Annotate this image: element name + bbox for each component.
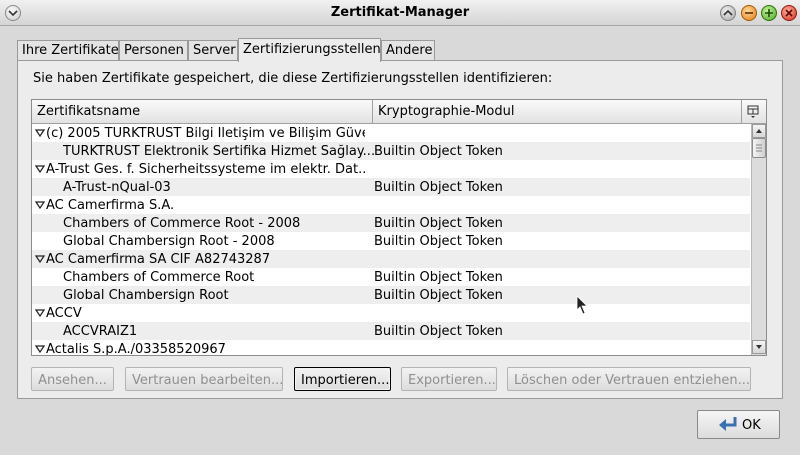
cert-name: Chambers of Commerce Root - 2008: [63, 216, 301, 231]
cert-name: A-Trust Ges. f. Sicherheitssysteme im el…: [46, 162, 365, 177]
scroll-down-icon: [756, 345, 762, 349]
tree-group-row[interactable]: A-Trust Ges. f. Sicherheitssysteme im el…: [32, 160, 750, 178]
tree-rows: (c) 2005 TÜRKTRUST Bilgi İletişim ve Bil…: [32, 124, 750, 356]
tree-cert-row[interactable]: A-Trust-nQual-03 Builtin Object Token: [32, 178, 750, 196]
expand-twisty-icon[interactable]: [35, 164, 45, 174]
cert-module-cell: Builtin Object Token: [374, 216, 503, 231]
tree-group-row[interactable]: Actalis S.p.A./03358520967: [32, 340, 750, 356]
cert-name: AC Camerfirma SA CIF A82743287: [46, 252, 271, 267]
tree-cert-row[interactable]: Chambers of Commerce Root - 2008 Builtin …: [32, 214, 750, 232]
cert-name-cell: Chambers of Commerce Root: [63, 270, 393, 285]
window-title: Zertifikat-Manager: [330, 5, 470, 20]
cert-name: ACCV: [46, 306, 82, 321]
edit-trust-button[interactable]: Vertrauen bearbeiten...: [125, 367, 283, 391]
cert-name-cell: AC Camerfirma SA CIF A82743287: [35, 252, 365, 267]
cert-module-cell: Builtin Object Token: [374, 288, 503, 303]
cert-name: (c) 2005 TÜRKTRUST Bilgi İletişim ve Bil…: [46, 126, 365, 141]
close-button[interactable]: [781, 5, 797, 21]
tree-cert-row[interactable]: Chambers of Commerce Root Builtin Object …: [32, 268, 750, 286]
minimize-icon: [745, 12, 753, 14]
cert-name: Global Chambersign Root: [63, 288, 229, 303]
export-button[interactable]: Exportieren...: [401, 367, 497, 391]
tree-group-row[interactable]: ACCV: [32, 304, 750, 322]
cert-module-cell: Builtin Object Token: [374, 144, 503, 159]
tab-people[interactable]: Personen: [119, 40, 188, 60]
shade-button[interactable]: [720, 5, 736, 21]
close-icon: [785, 9, 793, 17]
shade-icon: [723, 9, 733, 16]
delete-button[interactable]: Löschen oder Vertrauen entziehen...: [507, 367, 751, 391]
cert-name: Global Chambersign Root - 2008: [63, 234, 275, 249]
tree-cert-row[interactable]: Global Chambersign Root - 2008 Builtin Ob…: [32, 232, 750, 250]
ok-arrow-icon: [719, 417, 737, 431]
expand-twisty-icon[interactable]: [35, 308, 45, 318]
cert-name-cell: (c) 2005 TÜRKTRUST Bilgi İletişim ve Bil…: [35, 126, 365, 141]
scroll-thumb[interactable]: [752, 138, 766, 158]
cert-module-cell: Builtin Object Token: [374, 234, 503, 249]
cert-name-cell: Global Chambersign Root - 2008: [63, 234, 393, 249]
tree-cert-row[interactable]: Global Chambersign Root Builtin Object To…: [32, 286, 750, 304]
cert-name: ACCVRAIZ1: [63, 324, 138, 339]
cert-name-cell: AC Camerfirma S.A.: [35, 198, 365, 213]
tab-your-certificates[interactable]: Ihre Zertifikate: [17, 40, 119, 60]
cert-name: TÜRKTRUST Elektronik Sertifika Hizmet Sa…: [63, 144, 376, 159]
tree-scrollbar[interactable]: [751, 124, 766, 355]
cert-name-cell: A-Trust Ges. f. Sicherheitssysteme im el…: [35, 162, 365, 177]
column-header-module[interactable]: Kryptographie-Modul: [373, 100, 742, 124]
scroll-grip-icon: [756, 144, 762, 152]
ok-label: OK: [742, 418, 761, 433]
cert-name-cell: A-Trust-nQual-03: [63, 180, 393, 195]
cert-name-cell: Chambers of Commerce Root - 2008: [63, 216, 393, 231]
cert-name: Actalis S.p.A./03358520967: [46, 342, 226, 356]
expand-twisty-icon[interactable]: [35, 344, 45, 354]
cert-name-cell: Global Chambersign Root: [63, 288, 393, 303]
tree-cert-row[interactable]: TÜRKTRUST Elektronik Sertifika Hizmet Sa…: [32, 142, 750, 160]
mouse-cursor-icon: [576, 295, 588, 315]
cert-module-cell: Builtin Object Token: [374, 270, 503, 285]
cert-name-cell: TÜRKTRUST Elektronik Sertifika Hizmet Sa…: [63, 144, 393, 159]
cert-name-cell: ACCV: [35, 306, 365, 321]
tab-others[interactable]: Andere: [381, 40, 435, 60]
tree-cert-row[interactable]: ACCVRAIZ1 Builtin Object Token: [32, 322, 750, 340]
cert-name-cell: Actalis S.p.A./03358520967: [35, 342, 365, 356]
expand-twisty-icon[interactable]: [35, 128, 45, 138]
scroll-down-button[interactable]: [752, 340, 766, 354]
intro-text: Sie haben Zertifikate gespeichert, die d…: [33, 71, 553, 86]
column-picker-button[interactable]: [742, 100, 766, 124]
column-header-name[interactable]: Zertifikatsname: [32, 100, 373, 124]
expand-twisty-icon[interactable]: [35, 254, 45, 264]
cert-name: A-Trust-nQual-03: [63, 180, 171, 195]
cert-name: AC Camerfirma S.A.: [46, 198, 175, 213]
title-bar: Zertifikat-Manager: [0, 0, 800, 26]
tree-group-row[interactable]: AC Camerfirma S.A.: [32, 196, 750, 214]
maximize-icon: [765, 9, 773, 17]
column-picker-icon: [747, 105, 759, 118]
view-button[interactable]: Ansehen...: [31, 367, 114, 391]
ok-button[interactable]: OK: [697, 410, 780, 439]
import-button[interactable]: Importieren...: [294, 367, 391, 391]
cert-name: Chambers of Commerce Root: [63, 270, 255, 285]
scroll-up-icon: [756, 129, 762, 133]
tab-servers[interactable]: Server: [188, 40, 238, 60]
tree-group-row[interactable]: (c) 2005 TÜRKTRUST Bilgi İletişim ve Bil…: [32, 124, 750, 142]
cert-module-cell: Builtin Object Token: [374, 324, 503, 339]
expand-twisty-icon[interactable]: [35, 200, 45, 210]
tab-authorities[interactable]: Zertifizierungsstellen: [238, 38, 381, 62]
certificate-tree[interactable]: Zertifikatsname Kryptographie-Modul (c) …: [31, 99, 767, 356]
maximize-button[interactable]: [761, 5, 777, 21]
minimize-button[interactable]: [741, 5, 757, 21]
scroll-up-button[interactable]: [752, 124, 766, 138]
cert-name-cell: ACCVRAIZ1: [63, 324, 393, 339]
tree-group-row[interactable]: AC Camerfirma SA CIF A82743287: [32, 250, 750, 268]
cert-module-cell: Builtin Object Token: [374, 180, 503, 195]
